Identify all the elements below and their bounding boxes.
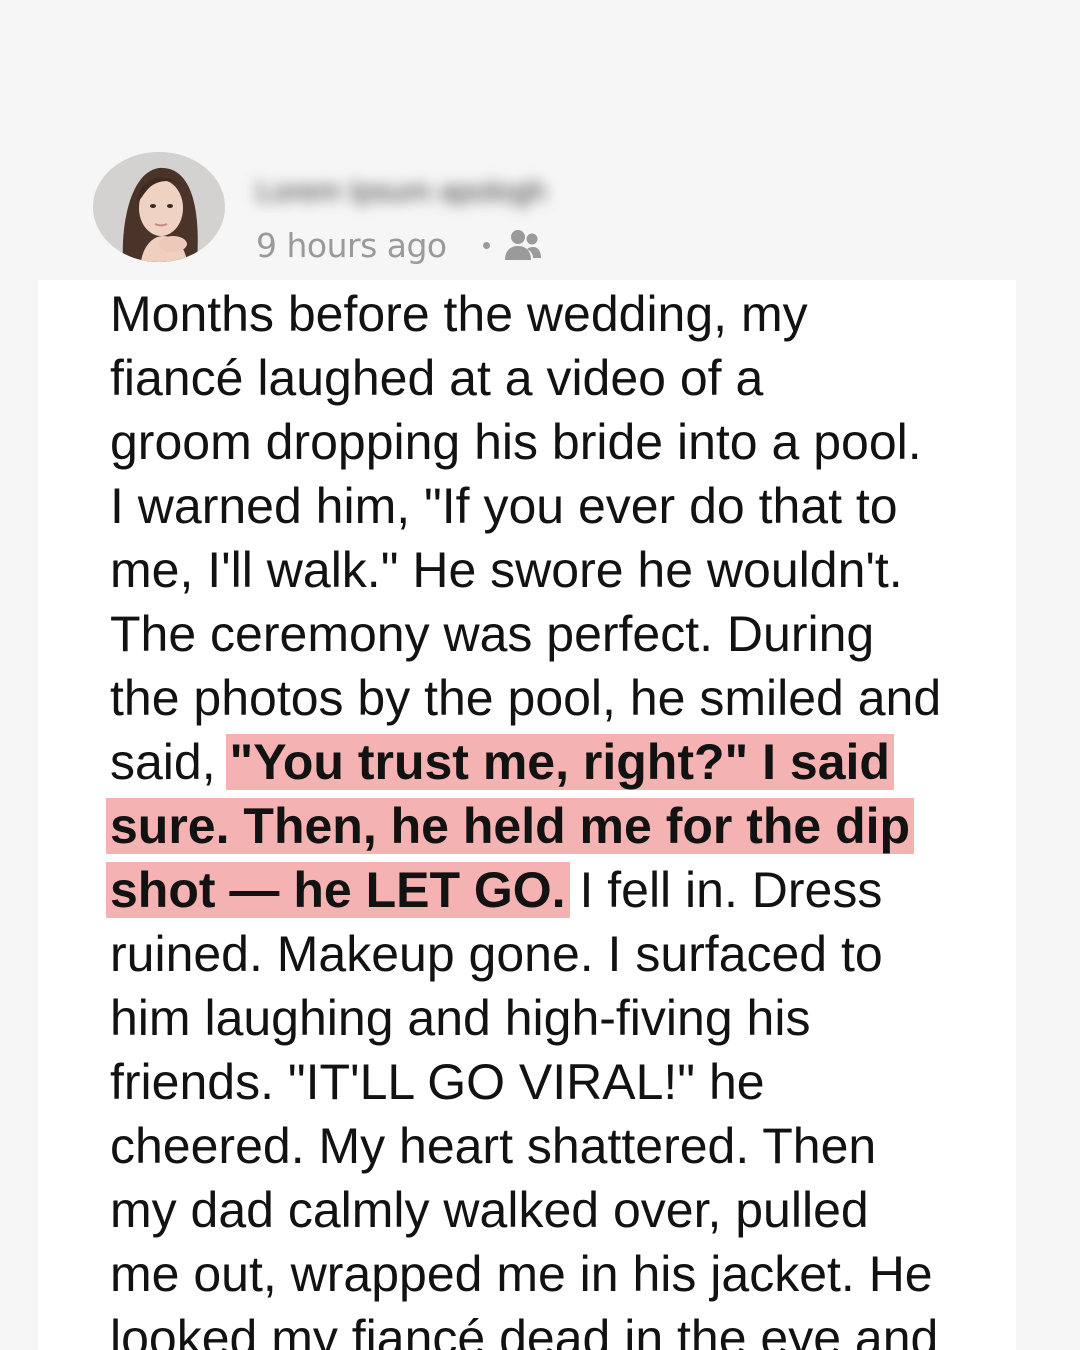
story-line: my dad calmly walked over, pulled xyxy=(110,1178,990,1242)
story-line: I warned him, "If you ever do that to xyxy=(110,474,990,538)
story-text: Months before the wedding, my fiancé laug… xyxy=(106,282,990,1350)
story-text-segment: my dad calmly walked over, pulled xyxy=(110,1182,869,1238)
story-text-segment: fiancé laughed at a video of a xyxy=(110,350,764,406)
story-text-segment: ruined. Makeup gone. I surfaced to xyxy=(110,926,883,982)
story-text-segment: him laughing and high-fiving his xyxy=(110,990,811,1046)
story-text-segment: The ceremony was perfect. During xyxy=(110,606,875,662)
story-text-segment: said, xyxy=(110,734,230,790)
story-line: groom dropping his bride into a pool. xyxy=(110,410,990,474)
story-text-segment: I fell in. Dress xyxy=(565,862,883,918)
story-line: friends. "IT'LL GO VIRAL!" he xyxy=(110,1050,990,1114)
story-line: looked my fiancé dead in the eye and xyxy=(110,1306,990,1350)
avatar[interactable] xyxy=(93,152,225,262)
highlighted-text: sure. Then, he held me for the dip xyxy=(106,798,915,854)
post-timestamp[interactable]: 9 hours ago xyxy=(256,226,447,265)
meta-separator xyxy=(482,241,490,249)
story-line: cheered. My heart shattered. Then xyxy=(110,1114,990,1178)
story-text-segment: I warned him, "If you ever do that to xyxy=(110,478,898,534)
story-line: The ceremony was perfect. During xyxy=(110,602,990,666)
story-text-segment: looked my fiancé dead in the eye and xyxy=(110,1310,939,1350)
post-meta: 9 hours ago xyxy=(256,222,542,268)
story-line: the photos by the pool, he smiled and xyxy=(110,666,990,730)
story-text-segment: groom dropping his bride into a pool. xyxy=(110,414,922,470)
story-text-segment: me, I'll walk." He swore he wouldn't. xyxy=(110,542,903,598)
highlighted-text: "You trust me, right?" I said xyxy=(225,734,894,790)
story-line: sure. Then, he held me for the dip xyxy=(106,794,990,858)
highlighted-text: shot — he LET GO. xyxy=(106,862,570,918)
story-line: him laughing and high-fiving his xyxy=(110,986,990,1050)
story-text-segment: friends. "IT'LL GO VIRAL!" he xyxy=(110,1054,765,1110)
story-card: Months before the wedding, my fiancé laug… xyxy=(38,280,1016,1350)
author-name[interactable]: Lorem Ipsum apologh xyxy=(256,172,616,212)
story-line: said, "You trust me, right?" I said xyxy=(110,730,990,794)
story-text-segment: the photos by the pool, he smiled and xyxy=(110,670,942,726)
story-line: ruined. Makeup gone. I surfaced to xyxy=(110,922,990,986)
friends-icon[interactable] xyxy=(504,228,542,262)
story-text-segment: me out, wrapped me in his jacket. He xyxy=(110,1246,933,1302)
profile-photo xyxy=(93,152,225,262)
story-line: shot — he LET GO. I fell in. Dress xyxy=(106,858,990,922)
story-text-segment: cheered. My heart shattered. Then xyxy=(110,1118,877,1174)
post-header: Lorem Ipsum apologh 9 hours ago xyxy=(0,0,1080,280)
story-line: me out, wrapped me in his jacket. He xyxy=(110,1242,990,1306)
story-line: me, I'll walk." He swore he wouldn't. xyxy=(110,538,990,602)
story-line: Months before the wedding, my xyxy=(110,282,990,346)
story-line: fiancé laughed at a video of a xyxy=(110,346,990,410)
story-text-segment: Months before the wedding, my xyxy=(110,286,808,342)
